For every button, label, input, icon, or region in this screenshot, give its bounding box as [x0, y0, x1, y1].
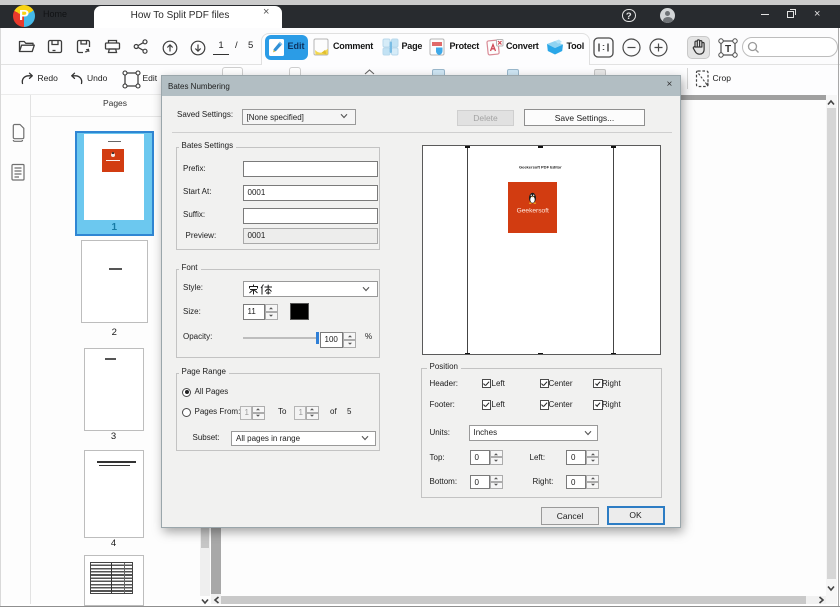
- svg-text:T: T: [725, 44, 731, 55]
